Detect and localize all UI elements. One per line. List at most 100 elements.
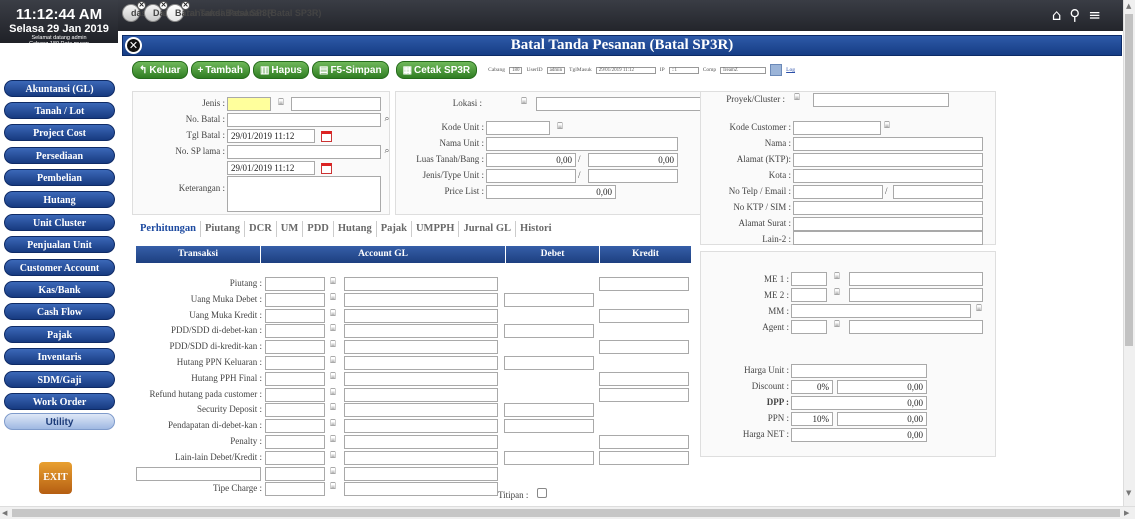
account-code-input[interactable] bbox=[265, 309, 325, 323]
luas-bang-input[interactable]: 0,00 bbox=[588, 153, 678, 167]
sidebar-item-penjualan-unit[interactable]: Penjualan Unit bbox=[4, 236, 115, 253]
account-name-input[interactable] bbox=[344, 277, 498, 291]
no-batal-input[interactable] bbox=[227, 113, 381, 127]
sp-date-input[interactable]: 29/01/2019 11:12 bbox=[227, 161, 315, 175]
picker-icon[interactable]: ⌸ bbox=[327, 482, 339, 494]
debet-input[interactable] bbox=[504, 356, 594, 370]
nama-unit-input[interactable] bbox=[486, 137, 678, 151]
log-link[interactable]: Log bbox=[786, 67, 795, 73]
ppn-pct-input[interactable]: 10% bbox=[791, 412, 833, 426]
vertical-scrollbar[interactable]: ▲ ▼ bbox=[1123, 0, 1135, 506]
account-code-input[interactable] bbox=[265, 419, 325, 433]
account-name-input[interactable] bbox=[344, 388, 498, 402]
account-name-input[interactable] bbox=[344, 435, 498, 449]
sidebar-item-persediaan[interactable]: Persediaan bbox=[4, 147, 115, 164]
sidebar-item-pembelian[interactable]: Pembelian bbox=[4, 169, 115, 186]
hapus-button[interactable]: ▥ Hapus bbox=[252, 61, 309, 79]
scroll-thumb[interactable] bbox=[12, 509, 1120, 517]
account-code-input[interactable] bbox=[265, 356, 325, 370]
account-code-input[interactable] bbox=[265, 372, 325, 386]
email-input[interactable] bbox=[893, 185, 983, 199]
kredit-input[interactable] bbox=[599, 340, 689, 354]
account-code-input[interactable] bbox=[265, 435, 325, 449]
picker-icon[interactable]: ⌸ bbox=[881, 121, 893, 133]
account-name-input[interactable] bbox=[344, 293, 498, 307]
account-code-input[interactable] bbox=[265, 277, 325, 291]
picker-icon[interactable]: ⌸ bbox=[973, 304, 985, 316]
scroll-down-icon[interactable]: ▼ bbox=[1126, 489, 1131, 497]
mm-input[interactable] bbox=[791, 304, 971, 318]
sidebar-item-hutang[interactable]: Hutang bbox=[4, 191, 115, 208]
price-list-input[interactable]: 0,00 bbox=[486, 185, 616, 199]
horizontal-scrollbar[interactable]: ◀ ▶ bbox=[0, 506, 1135, 519]
kredit-input[interactable] bbox=[599, 277, 689, 291]
exit-button[interactable]: EXIT bbox=[39, 462, 72, 494]
me1-code-input[interactable] bbox=[791, 272, 827, 286]
debet-input[interactable] bbox=[504, 419, 594, 433]
sidebar-item-customer-account[interactable]: Customer Account bbox=[4, 259, 115, 276]
account-name-input[interactable] bbox=[344, 324, 498, 338]
scroll-up-icon[interactable]: ▲ bbox=[1126, 2, 1131, 10]
tab-pajak[interactable]: Pajak bbox=[377, 221, 412, 237]
home-icon[interactable]: ⌂ bbox=[1052, 6, 1062, 24]
tab-um[interactable]: UM bbox=[277, 221, 304, 237]
tab-batal-tanda-pesanan[interactable]: Batal Tanda Pesanan (Batal SP3R) ✕ bbox=[166, 1, 321, 22]
sidebar-item-sdm-gaji[interactable]: SDM/Gaji bbox=[4, 371, 115, 388]
no-sp-lama-input[interactable] bbox=[227, 145, 381, 159]
picker-icon[interactable]: ⌸ bbox=[554, 122, 566, 134]
keluar-button[interactable]: ↰ Keluar bbox=[132, 61, 188, 79]
tab-dashboard[interactable]: dashboard✕ bbox=[122, 1, 177, 22]
kode-customer-input[interactable] bbox=[793, 121, 881, 135]
agent-code-input[interactable] bbox=[791, 320, 827, 334]
sidebar-item-project-cost[interactable]: Project Cost bbox=[4, 124, 115, 141]
picker-icon[interactable]: ⌸ bbox=[831, 272, 843, 284]
tab-daftar-transaksi[interactable]: Daftar Transaksi Batal SP3R ✕ bbox=[144, 1, 274, 22]
account-name-input[interactable] bbox=[344, 419, 498, 433]
kredit-input[interactable] bbox=[599, 309, 689, 323]
kota-input[interactable] bbox=[793, 169, 983, 183]
dpp-input[interactable]: 0,00 bbox=[791, 396, 927, 410]
lain2-input[interactable] bbox=[793, 231, 983, 245]
account-code-input[interactable] bbox=[265, 482, 325, 496]
kredit-input[interactable] bbox=[599, 451, 689, 465]
ktp-sim-input[interactable] bbox=[793, 201, 983, 215]
telp-input[interactable] bbox=[793, 185, 883, 199]
agent-name-input[interactable] bbox=[849, 320, 983, 334]
kode-unit-input[interactable] bbox=[486, 121, 550, 135]
sidebar-item-kas-bank[interactable]: Kas/Bank bbox=[4, 281, 115, 298]
kredit-input[interactable] bbox=[599, 388, 689, 402]
picker-icon[interactable]: ⌸ bbox=[327, 419, 339, 431]
sidebar-item-inventaris[interactable]: Inventaris bbox=[4, 348, 115, 365]
harga-net-input[interactable]: 0,00 bbox=[791, 428, 927, 442]
account-code-input[interactable] bbox=[265, 293, 325, 307]
debet-input[interactable] bbox=[504, 403, 594, 417]
search-picker-icon[interactable]: ⌕ bbox=[381, 114, 393, 126]
discount-pct-input[interactable]: 0% bbox=[791, 380, 833, 394]
jenis-unit-input[interactable] bbox=[486, 169, 576, 183]
picker-icon[interactable]: ⌸ bbox=[275, 98, 287, 110]
picker-icon[interactable]: ⌸ bbox=[327, 403, 339, 415]
account-name-input[interactable] bbox=[344, 309, 498, 323]
debet-input[interactable] bbox=[504, 293, 594, 307]
tab-perhitungan[interactable]: Perhitungan bbox=[136, 221, 202, 237]
sidebar-item-pajak[interactable]: Pajak bbox=[4, 326, 115, 343]
tab-hutang[interactable]: Hutang bbox=[334, 221, 377, 237]
me2-name-input[interactable] bbox=[849, 288, 983, 302]
sidebar-item-akuntansi[interactable]: Akuntansi (GL) bbox=[4, 80, 115, 97]
picker-icon[interactable]: ⌸ bbox=[327, 340, 339, 352]
tambah-button[interactable]: + Tambah bbox=[190, 61, 250, 79]
scroll-thumb[interactable] bbox=[1125, 14, 1133, 346]
tgl-batal-input[interactable]: 29/01/2019 11:12 bbox=[227, 129, 315, 143]
jenis-input[interactable] bbox=[227, 97, 271, 111]
sidebar-item-utility[interactable]: Utility bbox=[4, 413, 115, 430]
harga-unit-input[interactable] bbox=[791, 364, 927, 378]
account-name-input[interactable] bbox=[344, 451, 498, 465]
tab-piutang[interactable]: Piutang bbox=[201, 221, 246, 237]
keterangan-textarea[interactable] bbox=[227, 176, 381, 212]
picker-icon[interactable]: ⌸ bbox=[327, 388, 339, 400]
account-code-input[interactable] bbox=[265, 388, 325, 402]
picker-icon[interactable]: ⌸ bbox=[518, 97, 530, 109]
nama-customer-input[interactable] bbox=[793, 137, 983, 151]
kredit-input[interactable] bbox=[599, 372, 689, 386]
alamat-surat-input[interactable] bbox=[793, 217, 983, 231]
